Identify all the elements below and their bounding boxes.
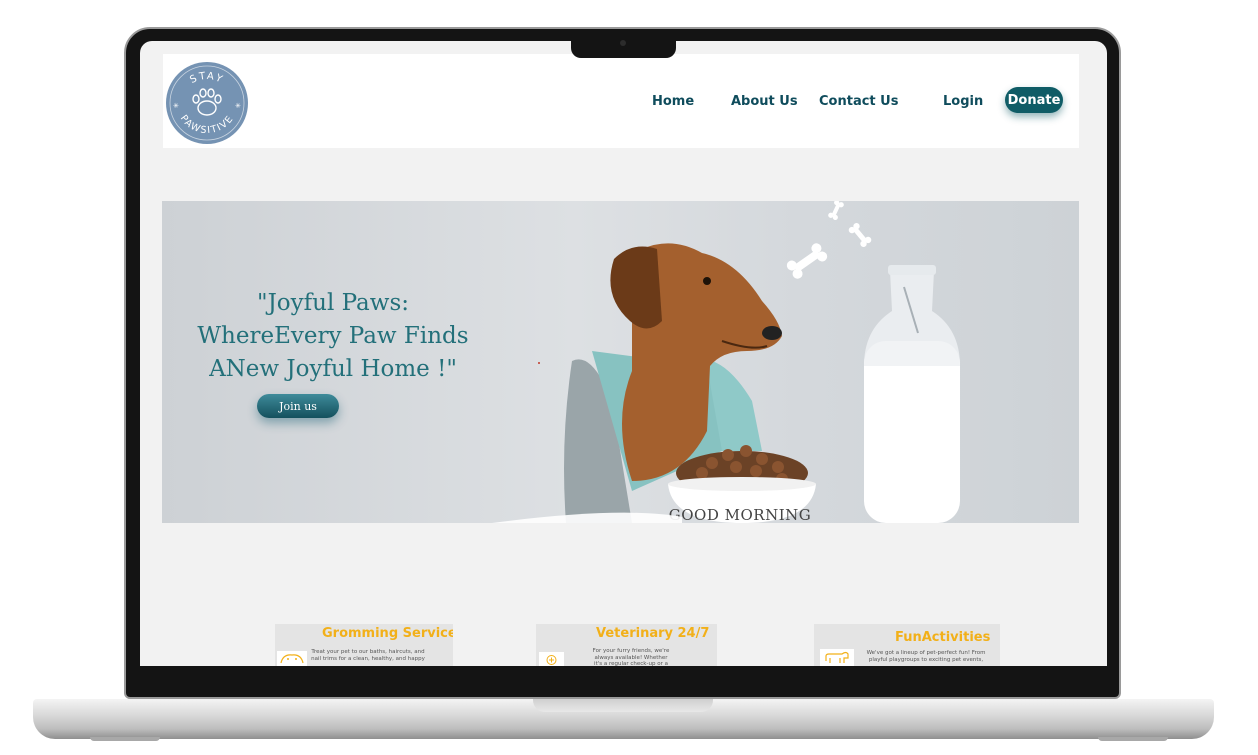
laptop-screen: STAY PAWSITIVE ✳ ✳ Home About Us Contact… <box>140 41 1107 666</box>
hero-headline-line: "Joyful Paws: <box>256 290 410 316</box>
hero-headline-line: ANew Joyful Home !" <box>209 356 457 382</box>
service-card-grooming[interactable]: Gromming Services Treat your pet to our … <box>275 624 453 666</box>
navbar: STAY PAWSITIVE ✳ ✳ Home About Us Contact… <box>163 54 1079 148</box>
nav-home[interactable]: Home <box>652 94 694 109</box>
milk-bottle <box>864 265 960 523</box>
service-title: FunActivities <box>895 630 991 645</box>
svg-text:✳: ✳ <box>235 102 241 110</box>
logo[interactable]: STAY PAWSITIVE ✳ ✳ <box>166 62 248 144</box>
laptop-foot <box>1098 737 1168 741</box>
nav-login[interactable]: Login <box>943 94 983 109</box>
laptop-base-groove <box>533 699 713 712</box>
hero-headline-line: WhereEvery Paw Finds <box>197 323 469 349</box>
svg-text:GOOD MORNING: GOOD MORNING <box>669 506 811 523</box>
service-description: For your furry friends, we're always ava… <box>592 648 670 666</box>
service-title: Gromming Services <box>322 626 453 641</box>
service-title: Veterinary 24/7 <box>596 626 710 641</box>
svg-text:PAWSITIVE: PAWSITIVE <box>178 113 236 136</box>
hero-banner: GOOD MORNING "Joyful Paws: WhereEvery Pa… <box>162 201 1079 523</box>
join-us-button[interactable]: Join us <box>257 394 339 418</box>
service-description: We've got a lineup of pet-perfect fun! F… <box>866 650 986 663</box>
service-description: Treat your pet to our baths, haircuts, a… <box>311 649 425 662</box>
service-card-veterinary[interactable]: Veterinary 24/7 For your furry friends, … <box>536 624 717 666</box>
nav-contact-us[interactable]: Contact Us <box>819 94 898 109</box>
camera-notch <box>571 33 676 58</box>
donate-button[interactable]: Donate <box>1005 87 1063 113</box>
nav-about-us[interactable]: About Us <box>731 94 798 109</box>
service-card-activities[interactable]: FunActivities We've got a lineup of pet-… <box>814 624 1000 666</box>
hero-headline: "Joyful Paws: WhereEvery Paw Finds ANew … <box>188 287 478 386</box>
svg-text:✳: ✳ <box>173 102 179 110</box>
bone-icon <box>786 201 872 279</box>
dog-icon <box>820 649 854 666</box>
vet-icon <box>539 652 564 666</box>
paw-logo-icon: STAY PAWSITIVE ✳ ✳ <box>169 65 245 141</box>
laptop-foot <box>90 737 160 741</box>
camera-icon <box>620 40 626 46</box>
svg-text:STAY: STAY <box>188 71 225 86</box>
grooming-icon <box>277 651 307 666</box>
